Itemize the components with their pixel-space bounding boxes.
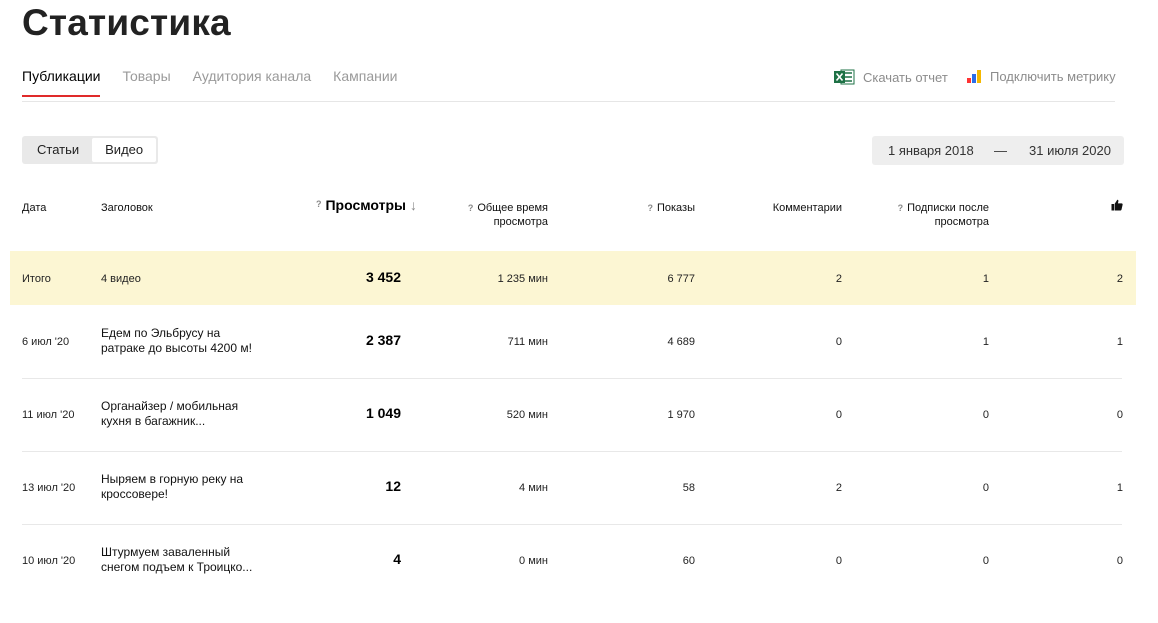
row-title-link[interactable]: Едем по Эльбрусу на ратраке до высоты 42… bbox=[101, 326, 261, 356]
total-row bbox=[10, 251, 1136, 305]
tabs-bar: Публикации Товары Аудитория канала Кампа… bbox=[22, 68, 419, 97]
header-subscriptions: ? Подписки после просмотра bbox=[898, 201, 989, 229]
row-watch-time: 4 мин bbox=[519, 482, 548, 494]
total-label: Итого bbox=[22, 273, 51, 285]
total-count: 4 видео bbox=[101, 273, 141, 285]
row-views: 1 049 bbox=[365, 405, 401, 421]
header-watch-time-line2: просмотра bbox=[493, 216, 548, 228]
header-subs-line2: просмотра bbox=[934, 216, 989, 228]
row-title-link[interactable]: Органайзер / мобильная кухня в багажник.… bbox=[101, 399, 261, 429]
content-type-switch: Статьи Видео bbox=[22, 136, 159, 164]
header-watch-time: ? Общее время просмотра bbox=[468, 201, 548, 229]
row-impressions: 1 970 bbox=[667, 409, 695, 421]
row-likes: 0 bbox=[1116, 555, 1123, 567]
total-likes: 2 bbox=[1116, 273, 1123, 285]
row-impressions: 60 bbox=[682, 555, 695, 567]
row-impressions: 58 bbox=[682, 482, 695, 494]
header-likes bbox=[1111, 199, 1123, 215]
row-date: 11 июл '20 bbox=[22, 409, 75, 421]
header-impressions-label: Показы bbox=[656, 202, 695, 214]
connect-metrika-label: Подключить метрику bbox=[990, 69, 1116, 84]
row-comments: 0 bbox=[835, 336, 842, 348]
metrika-icon bbox=[966, 69, 982, 84]
page-title: Статистика bbox=[22, 2, 231, 43]
help-icon[interactable]: ? bbox=[468, 201, 474, 215]
row-date: 13 июл '20 bbox=[22, 482, 76, 494]
header-title: Заголовок bbox=[101, 202, 153, 214]
thumbs-up-icon bbox=[1111, 199, 1123, 214]
row-watch-time: 520 мин bbox=[506, 409, 548, 421]
help-icon[interactable]: ? bbox=[647, 201, 653, 215]
row-subscriptions: 0 bbox=[982, 409, 989, 421]
row-subscriptions: 0 bbox=[982, 482, 989, 494]
total-comments: 2 bbox=[835, 273, 842, 285]
row-watch-time: 0 мин bbox=[519, 555, 548, 567]
row-date: 10 июл '20 bbox=[22, 555, 76, 567]
tab-campaigns[interactable]: Кампании bbox=[333, 68, 397, 97]
download-report-link[interactable]: Скачать отчет bbox=[834, 69, 948, 85]
articles-toggle[interactable]: Статьи bbox=[24, 138, 92, 162]
header-views-label: Просмотры bbox=[325, 197, 406, 213]
row-likes: 1 bbox=[1116, 336, 1123, 348]
header-impressions: ? Показы bbox=[647, 201, 695, 215]
tabs-divider bbox=[22, 101, 1115, 102]
row-date: 6 июл '20 bbox=[22, 336, 70, 348]
date-range-picker[interactable]: 1 января 2018 — 31 июля 2020 bbox=[872, 136, 1124, 165]
videos-toggle[interactable]: Видео bbox=[92, 138, 157, 162]
row-comments: 0 bbox=[835, 409, 842, 421]
row-views: 4 bbox=[393, 551, 401, 567]
row-watch-time: 711 мин bbox=[507, 336, 548, 348]
header-watch-time-line1: Общее время bbox=[477, 202, 548, 214]
row-divider bbox=[22, 378, 1122, 379]
sort-arrow-icon: ↓ bbox=[410, 197, 417, 213]
row-impressions: 4 689 bbox=[667, 336, 695, 348]
total-subscriptions: 1 bbox=[982, 273, 989, 285]
total-watch-time: 1 235 мин bbox=[497, 273, 548, 285]
row-title-link[interactable]: Штурмуем заваленный снегом подъем к Трои… bbox=[101, 545, 261, 575]
row-title-link[interactable]: Ныряем в горную реку на кроссовере! bbox=[101, 472, 261, 502]
row-likes: 0 bbox=[1116, 409, 1123, 421]
download-report-label: Скачать отчет bbox=[863, 69, 948, 85]
header-subs-line1: Подписки после bbox=[907, 202, 989, 214]
row-subscriptions: 0 bbox=[982, 555, 989, 567]
excel-icon bbox=[834, 69, 855, 85]
row-likes: 1 bbox=[1116, 482, 1123, 494]
row-views: 2 387 bbox=[365, 332, 401, 348]
tab-audience[interactable]: Аудитория канала bbox=[193, 68, 312, 97]
total-views: 3 452 bbox=[365, 269, 401, 285]
row-subscriptions: 1 bbox=[982, 336, 989, 348]
row-divider bbox=[22, 524, 1122, 525]
total-impressions: 6 777 bbox=[667, 273, 695, 285]
date-to: 31 июля 2020 bbox=[1029, 143, 1111, 158]
row-comments: 0 bbox=[835, 555, 842, 567]
row-divider bbox=[22, 451, 1122, 452]
header-comments: Комментарии bbox=[772, 202, 842, 214]
tab-goods[interactable]: Товары bbox=[122, 68, 170, 97]
row-views: 12 bbox=[385, 478, 401, 494]
date-separator: — bbox=[994, 143, 1007, 158]
help-icon[interactable]: ? bbox=[898, 201, 904, 215]
connect-metrika-link[interactable]: Подключить метрику bbox=[966, 69, 1116, 84]
row-comments: 2 bbox=[835, 482, 842, 494]
tab-publications[interactable]: Публикации bbox=[22, 68, 101, 97]
date-from: 1 января 2018 bbox=[888, 143, 974, 158]
header-date: Дата bbox=[22, 202, 47, 214]
help-icon[interactable]: ? bbox=[316, 199, 322, 209]
header-views[interactable]: ? Просмотры ↓ bbox=[316, 197, 417, 213]
